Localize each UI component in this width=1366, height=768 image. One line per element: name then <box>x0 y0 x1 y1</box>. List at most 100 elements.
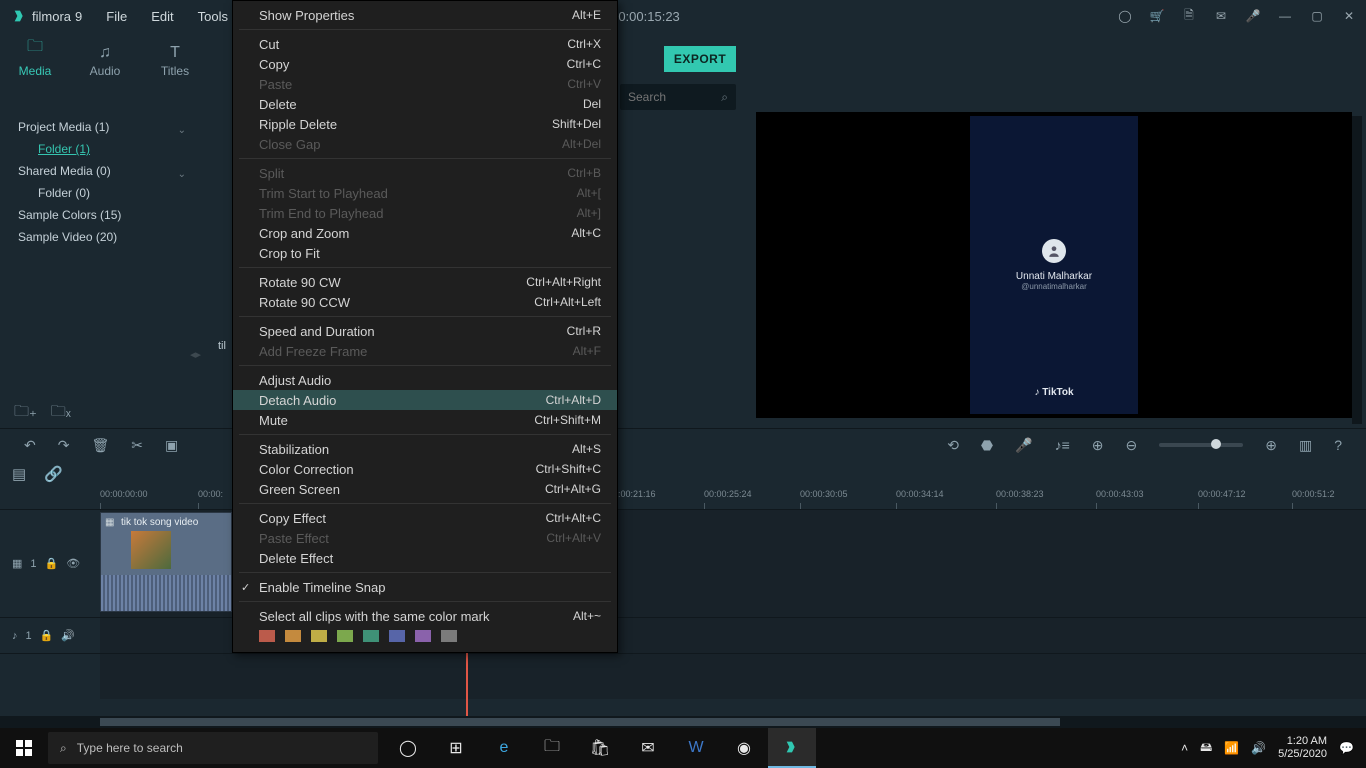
zoom-in-button[interactable]: ⊕ <box>1265 437 1277 454</box>
minimize-button[interactable]: — <box>1276 7 1294 25</box>
zoom-out-button[interactable]: ⊖ <box>1126 437 1138 454</box>
audio-mixer-button[interactable]: ♪≡ <box>1055 437 1070 453</box>
context-menu[interactable]: Show PropertiesAlt+ECutCtrl+XCopyCtrl+CP… <box>232 0 618 653</box>
color-swatch[interactable] <box>415 630 431 642</box>
filmora-taskbar-icon[interactable] <box>768 728 816 768</box>
media-tree-shared[interactable]: Shared Media (0)⌄ <box>0 160 200 182</box>
new-folder-icon[interactable]: 🗀₊ <box>14 401 37 426</box>
explorer-icon[interactable]: 🗀 <box>528 728 576 768</box>
crop-button[interactable]: ▣ <box>165 437 178 454</box>
tab-titles[interactable]: TTitles <box>140 44 210 84</box>
marker-button[interactable]: ⬣ <box>981 437 993 454</box>
media-panel: Project Media (1)⌄ Folder (1) Shared Med… <box>0 112 200 428</box>
color-swatch[interactable] <box>285 630 301 642</box>
mic-icon[interactable]: 🎤 <box>1244 7 1262 25</box>
color-swatch[interactable] <box>389 630 405 642</box>
ctx-color-marks[interactable] <box>233 626 617 648</box>
eye-icon[interactable]: 👁 <box>66 557 80 570</box>
media-tree-folder0[interactable]: Folder (0) <box>0 182 200 204</box>
manage-tracks-icon[interactable]: ▤ <box>12 465 26 483</box>
ctx-delete[interactable]: DeleteDel <box>233 94 617 114</box>
close-button[interactable]: ✕ <box>1340 7 1358 25</box>
media-tree-project[interactable]: Project Media (1)⌄ <box>0 116 200 138</box>
lock-icon[interactable]: 🔒 <box>45 557 59 570</box>
tab-audio[interactable]: ♫Audio <box>70 44 140 84</box>
search-input[interactable] <box>628 90 706 104</box>
ctx-rotate-90-ccw[interactable]: Rotate 90 CCWCtrl+Alt+Left <box>233 292 617 312</box>
media-tree-colors[interactable]: Sample Colors (15) <box>0 204 200 226</box>
task-view-icon[interactable]: ⊞ <box>432 728 480 768</box>
ctx-color-correction[interactable]: Color CorrectionCtrl+Shift+C <box>233 459 617 479</box>
color-swatch[interactable] <box>311 630 327 642</box>
speaker-icon[interactable]: 🔊 <box>61 629 75 642</box>
help-button[interactable]: ? <box>1334 437 1342 453</box>
tab-media[interactable]: 🗀Media <box>0 35 70 84</box>
ctx-speed-and-duration[interactable]: Speed and DurationCtrl+R <box>233 321 617 341</box>
audio-track[interactable]: ♪ 1 🔒 🔊 <box>0 617 1366 653</box>
account-icon[interactable]: ◯ <box>1116 7 1134 25</box>
battery-icon[interactable]: 🖴 <box>1200 738 1212 759</box>
ctx-copy[interactable]: CopyCtrl+C <box>233 54 617 74</box>
color-swatch[interactable] <box>441 630 457 642</box>
menu-file[interactable]: File <box>94 3 139 30</box>
split-button[interactable]: ✂ <box>131 437 143 454</box>
delete-folder-icon[interactable]: 🗀ₓ <box>51 401 71 426</box>
taskbar-clock[interactable]: 1:20 AM 5/25/2020 <box>1278 735 1327 761</box>
wifi-icon[interactable]: 📶 <box>1224 741 1239 755</box>
ctx-green-screen[interactable]: Green ScreenCtrl+Alt+G <box>233 479 617 499</box>
ctx-rotate-90-cw[interactable]: Rotate 90 CWCtrl+Alt+Right <box>233 272 617 292</box>
mail-icon[interactable]: ✉ <box>624 728 672 768</box>
tray-chevron-icon[interactable]: ˄ <box>1181 741 1188 755</box>
ctx-cut[interactable]: CutCtrl+X <box>233 34 617 54</box>
timeline-scrollbar[interactable] <box>0 716 1366 728</box>
export-button[interactable]: EXPORT <box>664 46 736 72</box>
video-clip[interactable]: ▦ tik tok song video <box>100 512 232 612</box>
panel-collapse-icon[interactable]: ◂▸ <box>190 348 201 361</box>
media-tree-video[interactable]: Sample Video (20) <box>0 226 200 248</box>
start-button[interactable] <box>0 728 48 768</box>
word-icon[interactable]: W <box>672 728 720 768</box>
lock-icon[interactable]: 🔒 <box>40 629 54 642</box>
redo-button[interactable]: ↷ <box>58 437 70 454</box>
zoom-slider[interactable] <box>1159 443 1243 447</box>
ctx-crop-and-zoom[interactable]: Crop and ZoomAlt+C <box>233 223 617 243</box>
save-icon[interactable]: 🗎 <box>1180 7 1198 25</box>
search-icon[interactable]: ⌕ <box>721 90 728 105</box>
ctx-show-properties[interactable]: Show PropertiesAlt+E <box>233 5 617 25</box>
zoom-fit-button[interactable]: ▥ <box>1299 437 1312 454</box>
render-button[interactable]: ⟲ <box>947 437 959 454</box>
color-swatch[interactable] <box>363 630 379 642</box>
notifications-icon[interactable]: 💬 <box>1339 741 1354 755</box>
cart-icon[interactable]: 🛒 <box>1148 7 1166 25</box>
maximize-button[interactable]: ▢ <box>1308 7 1326 25</box>
ctx-detach-audio[interactable]: Detach AudioCtrl+Alt+D <box>233 390 617 410</box>
empty-track[interactable] <box>0 653 1366 699</box>
search-box[interactable]: ⌕ <box>620 84 736 110</box>
record-vo-button[interactable]: 🎤 <box>1015 437 1032 454</box>
link-icon[interactable]: 🔗 <box>44 465 63 483</box>
menu-edit[interactable]: Edit <box>139 3 185 30</box>
ctx-adjust-audio[interactable]: Adjust Audio <box>233 370 617 390</box>
color-swatch[interactable] <box>259 630 275 642</box>
edge-icon[interactable]: e <box>480 728 528 768</box>
mail-icon[interactable]: ✉ <box>1212 7 1230 25</box>
ctx-delete-effect[interactable]: Delete Effect <box>233 548 617 568</box>
sound-icon[interactable]: 🔊 <box>1251 741 1266 755</box>
taskbar-search[interactable]: ⌕Type here to search <box>48 732 378 764</box>
undo-button[interactable]: ↶ <box>24 437 36 454</box>
video-track[interactable]: ▦ 1 🔒 👁 ▦ tik tok song video <box>0 509 1366 617</box>
delete-button[interactable]: 🗑 <box>91 437 109 454</box>
ctx-stabilization[interactable]: StabilizationAlt+S <box>233 439 617 459</box>
ctx-ripple-delete[interactable]: Ripple DeleteShift+Del <box>233 114 617 134</box>
add-marker-button[interactable]: ⊕ <box>1092 437 1104 454</box>
store-icon[interactable]: 🛍 <box>576 728 624 768</box>
ctx-enable-timeline-snap[interactable]: Enable Timeline Snap <box>233 577 617 597</box>
media-tree-folder1[interactable]: Folder (1) <box>0 138 200 160</box>
ctx-copy-effect[interactable]: Copy EffectCtrl+Alt+C <box>233 508 617 528</box>
chrome-icon[interactable]: ◉ <box>720 728 768 768</box>
ctx-mute[interactable]: MuteCtrl+Shift+M <box>233 410 617 430</box>
color-swatch[interactable] <box>337 630 353 642</box>
ctx-select-all-clips-with-the-same-color-mark[interactable]: Select all clips with the same color mar… <box>233 606 617 626</box>
ctx-crop-to-fit[interactable]: Crop to Fit <box>233 243 617 263</box>
cortana-icon[interactable]: ◯ <box>384 728 432 768</box>
